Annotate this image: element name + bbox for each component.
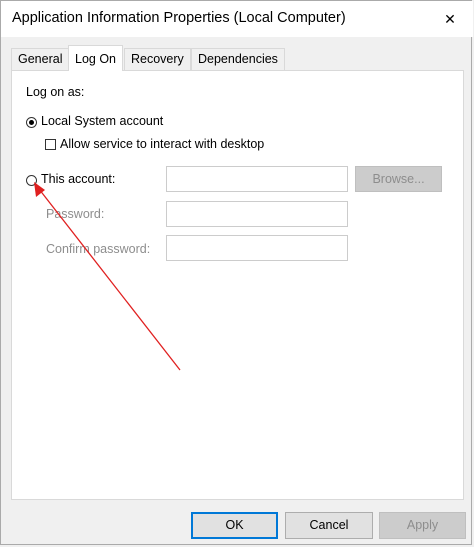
cancel-button-label: Cancel	[309, 518, 349, 532]
tab-general[interactable]: General	[11, 48, 70, 70]
confirm-password-label: Confirm password:	[46, 242, 151, 256]
apply-button-label: Apply	[406, 518, 439, 532]
browse-button[interactable]: Browse...	[355, 166, 442, 192]
browse-button-label: Browse...	[372, 172, 425, 186]
account-input[interactable]	[166, 166, 348, 192]
tab-recovery-label: Recovery	[131, 52, 184, 66]
tab-log-on-label: Log On	[75, 52, 117, 66]
ok-button[interactable]: OK	[191, 512, 278, 539]
confirm-password-input[interactable]	[166, 235, 348, 261]
tab-dependencies-label: Dependencies	[198, 52, 278, 66]
title-bar: Application Information Properties (Loca…	[1, 1, 473, 37]
tab-dependencies[interactable]: Dependencies	[191, 48, 285, 70]
password-input[interactable]	[166, 201, 348, 227]
cancel-button[interactable]: Cancel	[285, 512, 373, 539]
tab-general-label: General	[18, 52, 63, 66]
close-icon: ✕	[444, 10, 456, 27]
interact-desktop-checkbox[interactable]	[45, 139, 56, 150]
password-label: Password:	[46, 207, 105, 221]
apply-button[interactable]: Apply	[379, 512, 466, 539]
properties-dialog: Application Information Properties (Loca…	[0, 0, 473, 545]
interact-desktop-label[interactable]: Allow service to interact with desktop	[60, 137, 264, 151]
log-on-as-label: Log on as:	[26, 85, 85, 99]
local-system-radio[interactable]	[26, 117, 37, 128]
log-on-panel	[11, 70, 464, 500]
local-system-label[interactable]: Local System account	[41, 114, 163, 128]
this-account-radio[interactable]	[26, 175, 37, 186]
tab-log-on[interactable]: Log On	[68, 45, 124, 71]
ok-button-label: OK	[225, 518, 244, 532]
close-button[interactable]: ✕	[427, 1, 473, 37]
this-account-label[interactable]: This account:	[41, 172, 115, 186]
window-title: Application Information Properties (Loca…	[12, 10, 346, 26]
tab-recovery[interactable]: Recovery	[124, 48, 191, 70]
